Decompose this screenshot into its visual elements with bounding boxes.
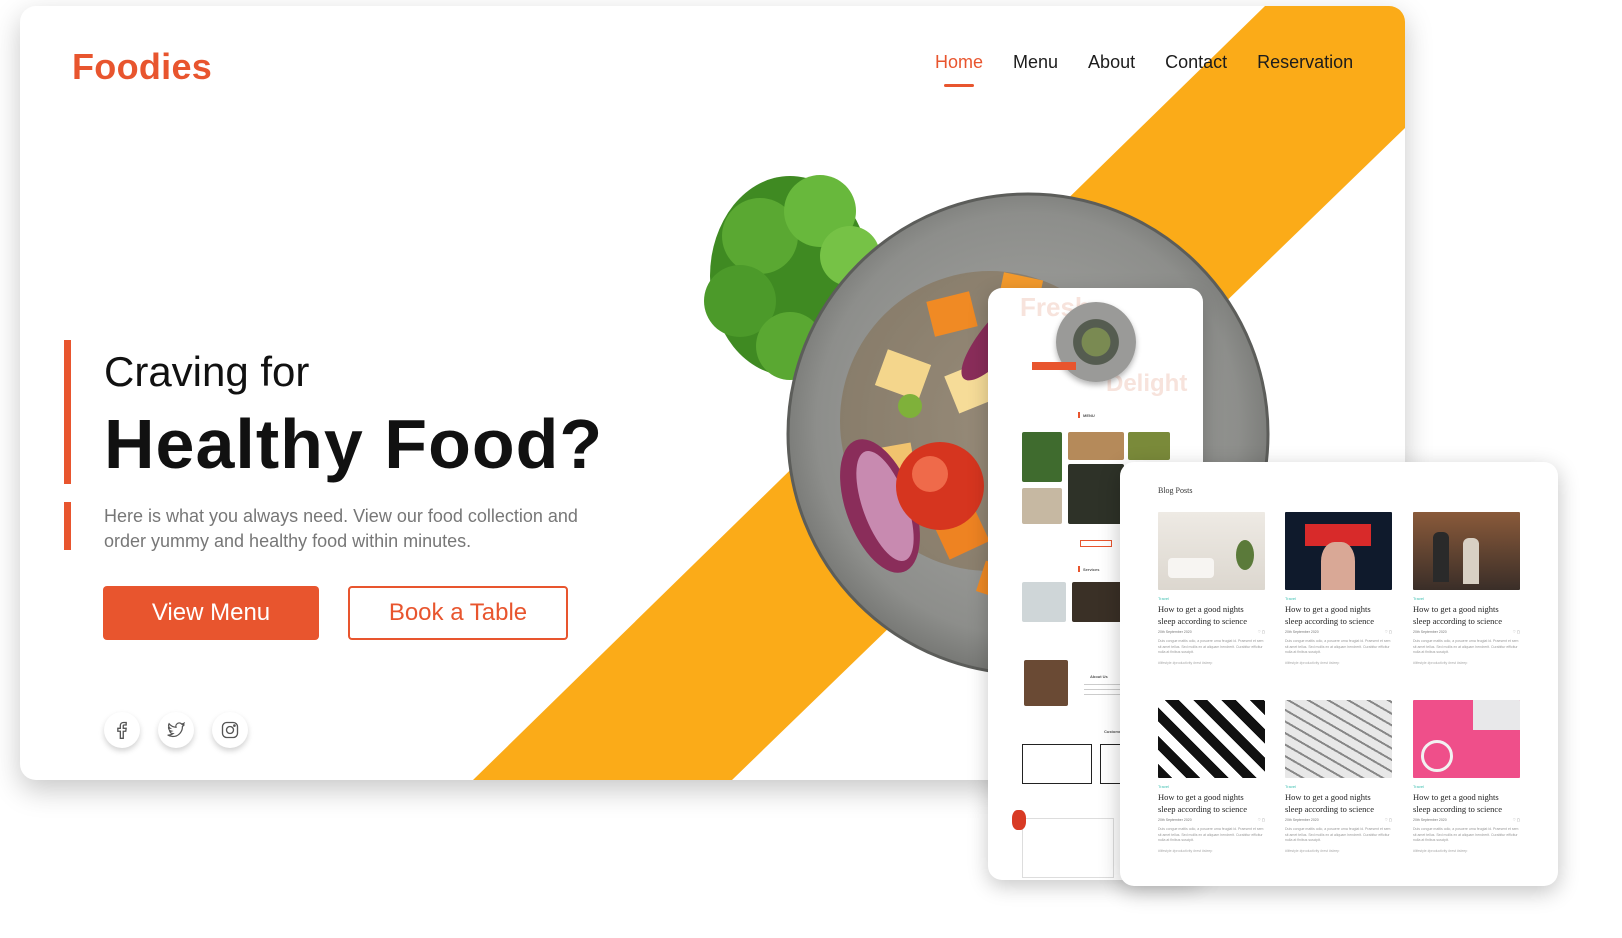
blog-card-tag: Travel [1158, 784, 1169, 789]
blog-card[interactable]: Travel How to get a good nights sleep ac… [1285, 700, 1392, 853]
blog-card-meta: 20th September 2020 ♡ ▢ [1158, 630, 1265, 634]
blog-card-meta: 20th September 2020 ♡ ▢ [1413, 818, 1520, 822]
main-nav: Home Menu About Contact Reservation [935, 52, 1353, 79]
blog-card-body: Duis congue mattis odio, a posuere urna … [1285, 639, 1391, 654]
blog-card-date: 20th September 2020 [1158, 630, 1192, 634]
phone-menu-image [1068, 464, 1124, 524]
blog-card[interactable]: Travel How to get a good nights sleep ac… [1158, 700, 1265, 853]
phone-menu-image [1022, 432, 1062, 482]
phone-service-image [1072, 582, 1122, 622]
description-accent-bar [64, 502, 71, 550]
blog-thumbnail [1285, 700, 1392, 778]
blog-card-title: How to get a good nights sleep according… [1158, 604, 1247, 626]
blog-card-date: 20th September 2020 [1285, 630, 1319, 634]
brand-logo[interactable]: Foodies [72, 46, 212, 88]
blog-card-tags: #lifestyle #productivity #rest #sleep [1158, 848, 1213, 853]
blog-card-title: How to get a good nights sleep according… [1413, 792, 1502, 814]
book-table-button[interactable]: Book a Table [348, 586, 568, 640]
phone-about-image [1024, 660, 1068, 706]
blog-card-tags: #lifestyle #productivity #rest #sleep [1285, 848, 1340, 853]
phone-services-heading: Services [1083, 567, 1100, 572]
hero-description: Here is what you always need. View our f… [104, 506, 578, 551]
phone-menu-image [1128, 432, 1170, 460]
blog-card-tag: Travel [1158, 596, 1169, 601]
blog-card-date: 20th September 2020 [1413, 630, 1447, 634]
blog-card-body: Duis congue mattis odio, a posuere urna … [1285, 827, 1391, 842]
phone-menu-image [1068, 432, 1124, 460]
blog-thumbnail [1285, 512, 1392, 590]
blog-card-title: How to get a good nights sleep according… [1158, 792, 1247, 814]
nav-item-menu[interactable]: Menu [1013, 52, 1058, 79]
blog-card-body: Duis congue mattis odio, a posuere urna … [1158, 639, 1264, 654]
nav-item-contact[interactable]: Contact [1165, 52, 1227, 79]
blog-card-tags: #lifestyle #productivity #rest #sleep [1413, 660, 1468, 665]
blog-title: Blog Posts [1158, 486, 1193, 495]
blog-card-tags: #lifestyle #productivity #rest #sleep [1158, 660, 1213, 665]
blog-thumbnail [1158, 512, 1265, 590]
heart-icon: ♡ ▢ [1257, 818, 1265, 822]
blog-thumbnail [1413, 700, 1520, 778]
view-menu-button[interactable]: View Menu [103, 586, 319, 640]
blog-card-body: Duis congue mattis odio, a posuere urna … [1413, 639, 1519, 654]
phone-about-heading: About Us [1090, 674, 1108, 679]
phone-section-tick [1078, 566, 1080, 572]
phone-plate-image [1056, 302, 1136, 382]
blog-preview-mockup: Blog Posts Travel How to get a good nigh… [1120, 462, 1558, 886]
blog-card-tags: #lifestyle #productivity #rest #sleep [1285, 660, 1340, 665]
phone-ribbon [1032, 362, 1076, 370]
blog-thumbnail [1158, 700, 1265, 778]
blog-card-title: How to get a good nights sleep according… [1413, 604, 1502, 626]
blog-card-tag: Travel [1285, 596, 1296, 601]
blog-card-meta: 20th September 2020 ♡ ▢ [1285, 818, 1392, 822]
blog-card[interactable]: Travel How to get a good nights sleep ac… [1413, 512, 1520, 665]
headline-accent-bar [64, 340, 71, 484]
phone-menu-heading: MENU [1083, 413, 1095, 418]
hero-headline: Healthy Food? [104, 405, 604, 483]
phone-view-menu-button [1080, 540, 1112, 547]
blog-thumbnail [1413, 512, 1520, 590]
blog-card[interactable]: Travel How to get a good nights sleep ac… [1413, 700, 1520, 853]
blog-card-meta: 20th September 2020 ♡ ▢ [1413, 630, 1520, 634]
blog-card-body: Duis congue mattis odio, a posuere urna … [1413, 827, 1519, 842]
blog-card-title: How to get a good nights sleep according… [1285, 604, 1374, 626]
heart-icon: ♡ ▢ [1257, 630, 1265, 634]
blog-card-meta: 20th September 2020 ♡ ▢ [1158, 818, 1265, 822]
instagram-icon[interactable] [212, 712, 248, 748]
blog-card-title: How to get a good nights sleep according… [1285, 792, 1374, 814]
phone-testimonial-card [1022, 744, 1092, 784]
nav-item-home[interactable]: Home [935, 52, 983, 79]
twitter-icon[interactable] [158, 712, 194, 748]
blog-card[interactable]: Travel How to get a good nights sleep ac… [1158, 512, 1265, 665]
phone-service-image [1022, 582, 1066, 622]
phone-menu-image [1022, 488, 1062, 524]
facebook-icon[interactable] [104, 712, 140, 748]
nav-item-reservation[interactable]: Reservation [1257, 52, 1353, 79]
blog-card-date: 20th September 2020 [1158, 818, 1192, 822]
blog-card-tag: Travel [1413, 596, 1424, 601]
blog-card-body: Duis congue mattis odio, a posuere urna … [1158, 827, 1264, 842]
blog-card-tag: Travel [1413, 784, 1424, 789]
blog-card-date: 20th September 2020 [1413, 818, 1447, 822]
phone-chili-image [1012, 810, 1026, 830]
hero-kicker: Craving for [104, 348, 310, 395]
phone-section-tick [1078, 412, 1080, 418]
heart-icon: ♡ ▢ [1512, 818, 1520, 822]
phone-reservation-form [1022, 818, 1114, 878]
heart-icon: ♡ ▢ [1512, 630, 1520, 634]
heart-icon: ♡ ▢ [1384, 630, 1392, 634]
nav-item-about[interactable]: About [1088, 52, 1135, 79]
blog-card-date: 20th September 2020 [1285, 818, 1319, 822]
blog-card-meta: 20th September 2020 ♡ ▢ [1285, 630, 1392, 634]
blog-card[interactable]: Travel How to get a good nights sleep ac… [1285, 512, 1392, 665]
blog-card-tags: #lifestyle #productivity #rest #sleep [1413, 848, 1468, 853]
blog-card-tag: Travel [1285, 784, 1296, 789]
heart-icon: ♡ ▢ [1384, 818, 1392, 822]
